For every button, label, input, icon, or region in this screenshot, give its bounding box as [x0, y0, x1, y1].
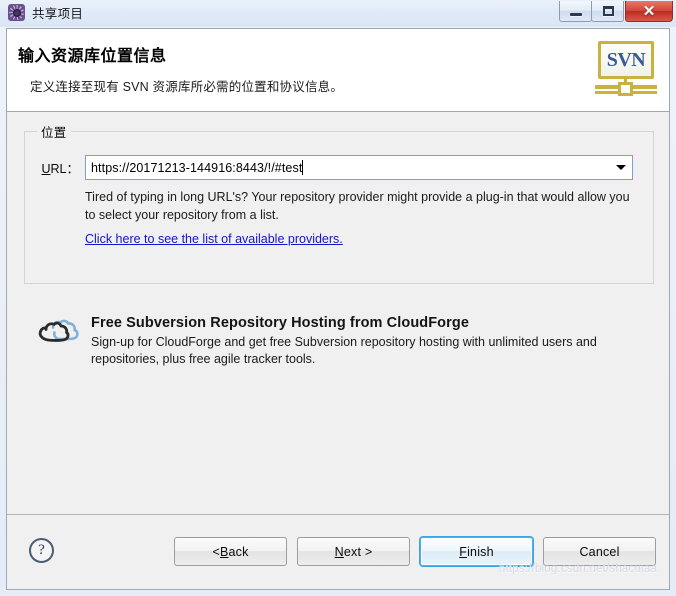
url-label-mnemonic: U — [41, 162, 51, 176]
maximize-icon — [603, 6, 614, 16]
svn-logo-box: SVN — [598, 41, 654, 79]
title-bar-left: 共享项目 — [8, 3, 83, 22]
url-hint-text: Tired of typing in long URL's? Your repo… — [85, 190, 630, 222]
dialog-button-bar: ? < Back Next > Finish Cancel https://bl… — [7, 514, 669, 589]
back-button[interactable]: < Back — [174, 537, 287, 566]
back-button-mnemonic: B — [219, 544, 229, 559]
url-combobox[interactable]: https://20171213-144916:8443/!/#test — [85, 155, 633, 180]
gear-icon — [8, 4, 25, 21]
dialog-window: 共享项目 ✕ 输入资源库位置信息 定义连接至现有 SVN 资源库所必需的位置和协… — [0, 0, 676, 596]
svn-logo-icon: SVN — [595, 41, 657, 99]
cloudforge-texts: Free Subversion Repository Hosting from … — [91, 314, 634, 368]
close-button[interactable]: ✕ — [625, 1, 673, 22]
window-controls: ✕ — [559, 1, 673, 22]
back-button-post: ack — [228, 544, 249, 559]
next-button-post: ext > — [343, 544, 373, 559]
window-title: 共享项目 — [32, 7, 84, 21]
providers-link[interactable]: Click here to see the list of available … — [85, 232, 343, 246]
help-icon[interactable]: ? — [29, 538, 54, 563]
cancel-button-post: Cancel — [579, 544, 620, 559]
next-button[interactable]: Next > — [297, 537, 410, 566]
wizard-content: 位置 URL： https://20171213-144916:8443/!/#… — [7, 112, 669, 514]
minimize-icon — [570, 13, 582, 16]
finish-button[interactable]: Finish — [420, 537, 533, 566]
cloudforge-promo: Free Subversion Repository Hosting from … — [34, 314, 634, 368]
cancel-button[interactable]: Cancel — [543, 537, 656, 566]
wizard-dialog: 输入资源库位置信息 定义连接至现有 SVN 资源库所必需的位置和协议信息。 SV… — [6, 28, 670, 590]
wizard-buttons: < Back Next > Finish Cancel — [174, 537, 656, 566]
url-label: URL： — [25, 158, 85, 177]
finish-button-post: inish — [467, 544, 494, 559]
back-button-pre: < — [212, 544, 220, 559]
svn-logo-text: SVN — [606, 49, 646, 71]
location-group-label: 位置 — [37, 122, 71, 141]
title-bar[interactable]: 共享项目 ✕ — [0, 0, 676, 27]
finish-button-mnemonic: F — [459, 544, 468, 559]
next-button-mnemonic: N — [334, 544, 344, 559]
minimize-button[interactable] — [559, 1, 592, 22]
cloud-icon — [34, 319, 80, 349]
text-cursor — [302, 160, 304, 175]
chevron-down-icon[interactable] — [610, 156, 632, 179]
page-title: 输入资源库位置信息 — [18, 48, 167, 65]
maximize-button[interactable] — [591, 1, 624, 22]
page-subtitle: 定义连接至现有 SVN 资源库所必需的位置和协议信息。 — [30, 80, 344, 94]
url-row: URL： https://20171213-144916:8443/!/#tes… — [25, 155, 653, 180]
close-icon: ✕ — [642, 2, 656, 20]
wizard-header: 输入资源库位置信息 定义连接至现有 SVN 资源库所必需的位置和协议信息。 SV… — [7, 29, 669, 112]
location-group: 位置 URL： https://20171213-144916:8443/!/#… — [24, 122, 654, 284]
cloudforge-title: Free Subversion Repository Hosting from … — [91, 315, 470, 331]
url-input[interactable]: https://20171213-144916:8443/!/#test — [86, 160, 610, 175]
url-input-value: https://20171213-144916:8443/!/#test — [91, 161, 303, 175]
cloudforge-body: Sign-up for CloudForge and get free Subv… — [91, 335, 597, 366]
url-label-rest: RL： — [50, 162, 79, 176]
svn-logo-node — [618, 82, 633, 96]
